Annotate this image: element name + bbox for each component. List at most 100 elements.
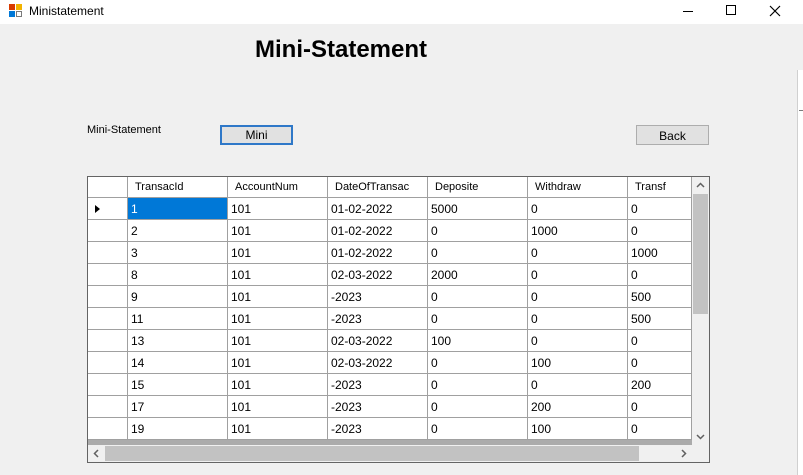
minimize-icon <box>683 11 693 12</box>
vertical-scroll-thumb[interactable] <box>693 194 708 314</box>
table-cell[interactable]: 101 <box>228 374 328 396</box>
table-cell[interactable]: 3 <box>128 242 228 264</box>
table-cell[interactable]: 0 <box>528 374 628 396</box>
horizontal-scroll-thumb[interactable] <box>105 446 639 461</box>
row-header[interactable] <box>88 286 128 308</box>
page-title: Mini-Statement <box>255 36 428 63</box>
table-cell[interactable]: -2023 <box>328 308 428 330</box>
mini-button[interactable]: Mini <box>220 125 293 145</box>
maximize-button[interactable] <box>708 0 754 24</box>
table-cell[interactable]: 5000 <box>428 198 528 220</box>
scroll-left-button[interactable] <box>88 445 105 462</box>
row-header[interactable] <box>88 352 128 374</box>
table-cell[interactable]: 0 <box>428 286 528 308</box>
table-cell[interactable]: 01-02-2022 <box>328 220 428 242</box>
table-cell[interactable]: 1000 <box>628 242 692 264</box>
table-cell[interactable]: 101 <box>228 308 328 330</box>
table-cell[interactable]: 0 <box>628 330 692 352</box>
table-cell[interactable]: 100 <box>528 352 628 374</box>
table-cell[interactable]: 0 <box>428 242 528 264</box>
table-cell[interactable]: 0 <box>428 220 528 242</box>
table-cell[interactable]: -2023 <box>328 286 428 308</box>
close-button[interactable] <box>752 0 798 24</box>
statement-grid[interactable]: TransacId AccountNum DateOfTransac Deposite… <box>87 176 710 463</box>
table-cell[interactable]: 101 <box>228 396 328 418</box>
table-cell[interactable]: 11 <box>128 308 228 330</box>
table-cell[interactable]: 02-03-2022 <box>328 264 428 286</box>
table-cell[interactable]: 0 <box>628 396 692 418</box>
table-cell[interactable]: 02-03-2022 <box>328 352 428 374</box>
column-header[interactable]: AccountNum <box>228 177 328 198</box>
table-cell[interactable]: 0 <box>528 242 628 264</box>
table-cell[interactable]: -2023 <box>328 396 428 418</box>
table-cell[interactable]: 13 <box>128 330 228 352</box>
table-cell[interactable]: 0 <box>428 418 528 440</box>
table-cell[interactable]: 101 <box>228 418 328 440</box>
row-header[interactable] <box>88 330 128 352</box>
table-cell[interactable]: 0 <box>528 264 628 286</box>
horizontal-scrollbar[interactable] <box>88 445 692 462</box>
vertical-scrollbar[interactable] <box>692 177 709 445</box>
table-cell[interactable]: 101 <box>228 198 328 220</box>
table-cell[interactable]: 100 <box>428 330 528 352</box>
back-button[interactable]: Back <box>636 125 709 145</box>
table-cell[interactable]: 200 <box>528 396 628 418</box>
table-cell[interactable]: 101 <box>228 330 328 352</box>
table-cell[interactable]: 0 <box>428 352 528 374</box>
column-header[interactable]: Deposite <box>428 177 528 198</box>
scroll-up-button[interactable] <box>692 177 709 194</box>
column-header[interactable]: Withdraw <box>528 177 628 198</box>
table-cell[interactable]: 1000 <box>528 220 628 242</box>
table-cell[interactable]: 101 <box>228 264 328 286</box>
column-header[interactable]: TransacId <box>128 177 228 198</box>
table-cell[interactable]: -2023 <box>328 418 428 440</box>
minimize-button[interactable] <box>665 0 711 24</box>
table-cell[interactable]: 2 <box>128 220 228 242</box>
table-cell[interactable]: 9 <box>128 286 228 308</box>
table-cell[interactable]: 0 <box>628 418 692 440</box>
table-cell[interactable]: 0 <box>628 352 692 374</box>
table-cell[interactable]: 101 <box>228 352 328 374</box>
table-cell[interactable]: 100 <box>528 418 628 440</box>
row-header[interactable] <box>88 264 128 286</box>
table-cell[interactable]: 17 <box>128 396 228 418</box>
scroll-right-button[interactable] <box>675 445 692 462</box>
table-cell[interactable]: 500 <box>628 308 692 330</box>
table-cell[interactable]: 0 <box>528 286 628 308</box>
row-header[interactable] <box>88 308 128 330</box>
table-cell[interactable]: 101 <box>228 286 328 308</box>
column-header[interactable]: DateOfTransac <box>328 177 428 198</box>
row-header[interactable] <box>88 374 128 396</box>
table-cell[interactable]: 200 <box>628 374 692 396</box>
scroll-down-button[interactable] <box>692 428 709 445</box>
row-header[interactable] <box>88 242 128 264</box>
table-cell[interactable]: 500 <box>628 286 692 308</box>
table-cell[interactable]: 0 <box>428 308 528 330</box>
row-header[interactable] <box>88 418 128 440</box>
column-header[interactable]: Transf <box>628 177 692 198</box>
table-cell[interactable]: 8 <box>128 264 228 286</box>
table-cell[interactable]: 01-02-2022 <box>328 242 428 264</box>
table-cell[interactable]: 2000 <box>428 264 528 286</box>
table-cell[interactable]: 0 <box>428 396 528 418</box>
table-cell[interactable]: 0 <box>628 220 692 242</box>
table-cell[interactable]: 15 <box>128 374 228 396</box>
table-cell[interactable]: 0 <box>628 264 692 286</box>
table-cell[interactable]: 0 <box>528 308 628 330</box>
table-cell[interactable]: 1 <box>128 198 228 220</box>
table-cell[interactable]: 101 <box>228 242 328 264</box>
table-cell[interactable]: 0 <box>528 330 628 352</box>
table-cell[interactable]: 101 <box>228 220 328 242</box>
row-header[interactable] <box>88 198 128 220</box>
table-cell[interactable]: -2023 <box>328 374 428 396</box>
background-window-edge <box>797 70 803 475</box>
row-header[interactable] <box>88 396 128 418</box>
row-header[interactable] <box>88 220 128 242</box>
table-cell[interactable]: 0 <box>428 374 528 396</box>
table-cell[interactable]: 0 <box>528 198 628 220</box>
table-cell[interactable]: 02-03-2022 <box>328 330 428 352</box>
table-cell[interactable]: 0 <box>628 198 692 220</box>
table-cell[interactable]: 01-02-2022 <box>328 198 428 220</box>
table-cell[interactable]: 14 <box>128 352 228 374</box>
table-cell[interactable]: 19 <box>128 418 228 440</box>
